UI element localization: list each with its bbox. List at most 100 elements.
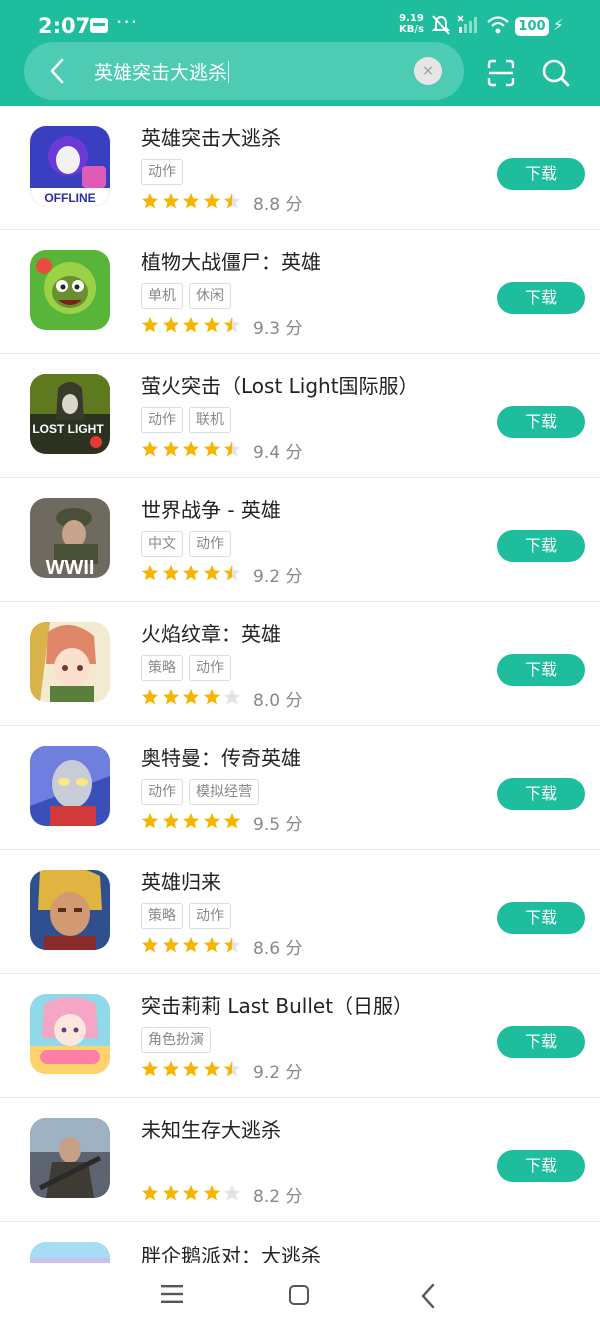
download-button[interactable]: 下载: [497, 158, 585, 190]
ww2-heroes-game-icon[interactable]: WWII: [30, 498, 110, 578]
app-name[interactable]: 英雄归来: [141, 866, 221, 895]
category-tag[interactable]: 休闲: [189, 283, 231, 309]
star-icon: [203, 193, 220, 209]
hero-returns-game-icon[interactable]: [30, 870, 110, 950]
star-icon: [224, 1185, 240, 1201]
fire-emblem-heroes-game-icon[interactable]: [30, 622, 110, 702]
download-button[interactable]: 下载: [497, 282, 585, 314]
star-icon: [162, 441, 179, 457]
star-icon: [142, 813, 158, 829]
app-name[interactable]: 奥特曼：传奇英雄: [141, 742, 301, 771]
download-button[interactable]: 下载: [497, 1150, 585, 1182]
app-result-row[interactable]: 火焰纹章：英雄 策略 动作 8.0 分 下载: [0, 602, 600, 726]
category-tag[interactable]: 动作: [189, 903, 231, 929]
app-name[interactable]: 萤火突击（Lost Light国际服）: [141, 370, 419, 399]
category-tag[interactable]: 策略: [141, 655, 183, 681]
app-name[interactable]: 植物大战僵尸：英雄: [141, 246, 321, 275]
download-button[interactable]: 下载: [497, 406, 585, 438]
download-button[interactable]: 下载: [497, 902, 585, 934]
app-name[interactable]: 世界战争 - 英雄: [141, 494, 281, 523]
category-tag[interactable]: 动作: [189, 531, 231, 557]
app-name[interactable]: 火焰纹章：英雄: [141, 618, 281, 647]
star-icon: [183, 193, 199, 209]
menu-icon[interactable]: [161, 1284, 183, 1304]
back-icon[interactable]: [46, 57, 70, 85]
tag-list: 角色扮演: [141, 1027, 217, 1053]
status-time: 2:07: [38, 14, 91, 38]
star-icon: [142, 441, 158, 457]
search-icon[interactable]: [541, 58, 571, 88]
app-result-row[interactable]: WWII 世界战争 - 英雄 中文 动作 9.2 分 下载: [0, 478, 600, 602]
download-button[interactable]: 下载: [497, 654, 585, 686]
rating-score: 9.2 分: [253, 567, 303, 587]
app-name[interactable]: 未知生存大逃杀: [141, 1114, 281, 1143]
star-icon: [224, 689, 240, 705]
rating-score: 9.4 分: [253, 443, 303, 463]
star-icon: [162, 193, 179, 209]
rating-score: 8.2 分: [253, 1187, 303, 1207]
category-tag[interactable]: 单机: [141, 283, 183, 309]
category-tag[interactable]: 动作: [141, 407, 183, 433]
star-icon: [183, 813, 199, 829]
lost-light-game-icon[interactable]: LOST LIGHT: [30, 374, 110, 454]
category-tag[interactable]: 角色扮演: [141, 1027, 211, 1053]
network-speed-value: 9.19: [399, 13, 424, 24]
rating-score: 9.2 分: [253, 1063, 303, 1083]
star-icon: [203, 441, 220, 457]
pvz-heroes-game-icon[interactable]: [30, 250, 110, 330]
download-button[interactable]: 下载: [497, 530, 585, 562]
header-bar: 2:07 ··· 9.19 KB/s 100 ⚡ 英雄突击大逃杀 ×: [0, 0, 600, 106]
message-icon: [90, 18, 108, 33]
app-result-row[interactable]: OFFLINE 英雄突击大逃杀 动作 8.8 分 下载: [0, 106, 600, 230]
hero-strike-game-icon[interactable]: OFFLINE: [30, 126, 110, 206]
star-icon: [162, 1185, 179, 1201]
category-tag[interactable]: 联机: [189, 407, 231, 433]
wifi-icon: [487, 16, 509, 34]
star-icon: [203, 1061, 220, 1077]
app-result-row[interactable]: 植物大战僵尸：英雄 单机 休闲 9.3 分 下载: [0, 230, 600, 354]
unknown-survival-game-icon[interactable]: [30, 1118, 110, 1198]
star-icon: [203, 689, 220, 705]
ultraman-game-icon[interactable]: [30, 746, 110, 826]
category-tag[interactable]: 中文: [141, 531, 183, 557]
download-button[interactable]: 下载: [497, 1026, 585, 1058]
star-icon: [224, 1061, 240, 1077]
tag-list: 动作 联机: [141, 407, 237, 433]
star-icon: [203, 317, 220, 333]
star-icon: [142, 937, 158, 953]
star-icon: [183, 689, 199, 705]
star-icon: [224, 813, 240, 829]
icon-label: OFFLINE: [44, 191, 95, 205]
search-box[interactable]: [24, 42, 464, 100]
tag-list: 策略 动作: [141, 655, 237, 681]
search-input[interactable]: 英雄突击大逃杀: [94, 58, 230, 85]
icon-label: LOST LIGHT: [32, 422, 104, 436]
app-name[interactable]: 突击莉莉 Last Bullet（日服）: [141, 990, 413, 1019]
app-result-row[interactable]: 未知生存大逃杀 8.2 分 下载: [0, 1098, 600, 1222]
category-tag[interactable]: 动作: [141, 159, 183, 185]
assault-lily-game-icon[interactable]: [30, 994, 110, 1074]
app-result-row[interactable]: 英雄归来 策略 动作 8.6 分 下载: [0, 850, 600, 974]
icon-label: WWII: [46, 557, 95, 578]
home-icon[interactable]: [289, 1285, 309, 1305]
star-icon: [224, 317, 240, 333]
category-tag[interactable]: 策略: [141, 903, 183, 929]
tag-list: 单机 休闲: [141, 283, 237, 309]
app-result-row[interactable]: 突击莉莉 Last Bullet（日服） 角色扮演 9.2 分 下载: [0, 974, 600, 1098]
star-icon: [162, 1061, 179, 1077]
clear-search-button[interactable]: ×: [414, 57, 442, 85]
tag-list: 中文 动作: [141, 531, 237, 557]
scan-icon[interactable]: [486, 58, 516, 88]
star-icon: [162, 813, 179, 829]
star-icon: [142, 1061, 158, 1077]
app-result-row[interactable]: LOST LIGHT 萤火突击（Lost Light国际服） 动作 联机 9.4 …: [0, 354, 600, 478]
back-nav-icon[interactable]: [420, 1283, 436, 1309]
star-icon: [162, 565, 179, 581]
category-tag[interactable]: 模拟经营: [189, 779, 259, 805]
app-result-row[interactable]: 奥特曼：传奇英雄 动作 模拟经营 9.5 分 下载: [0, 726, 600, 850]
category-tag[interactable]: 动作: [189, 655, 231, 681]
app-name[interactable]: 英雄突击大逃杀: [141, 122, 281, 151]
download-button[interactable]: 下载: [497, 778, 585, 810]
category-tag[interactable]: 动作: [141, 779, 183, 805]
star-icon: [224, 937, 240, 953]
